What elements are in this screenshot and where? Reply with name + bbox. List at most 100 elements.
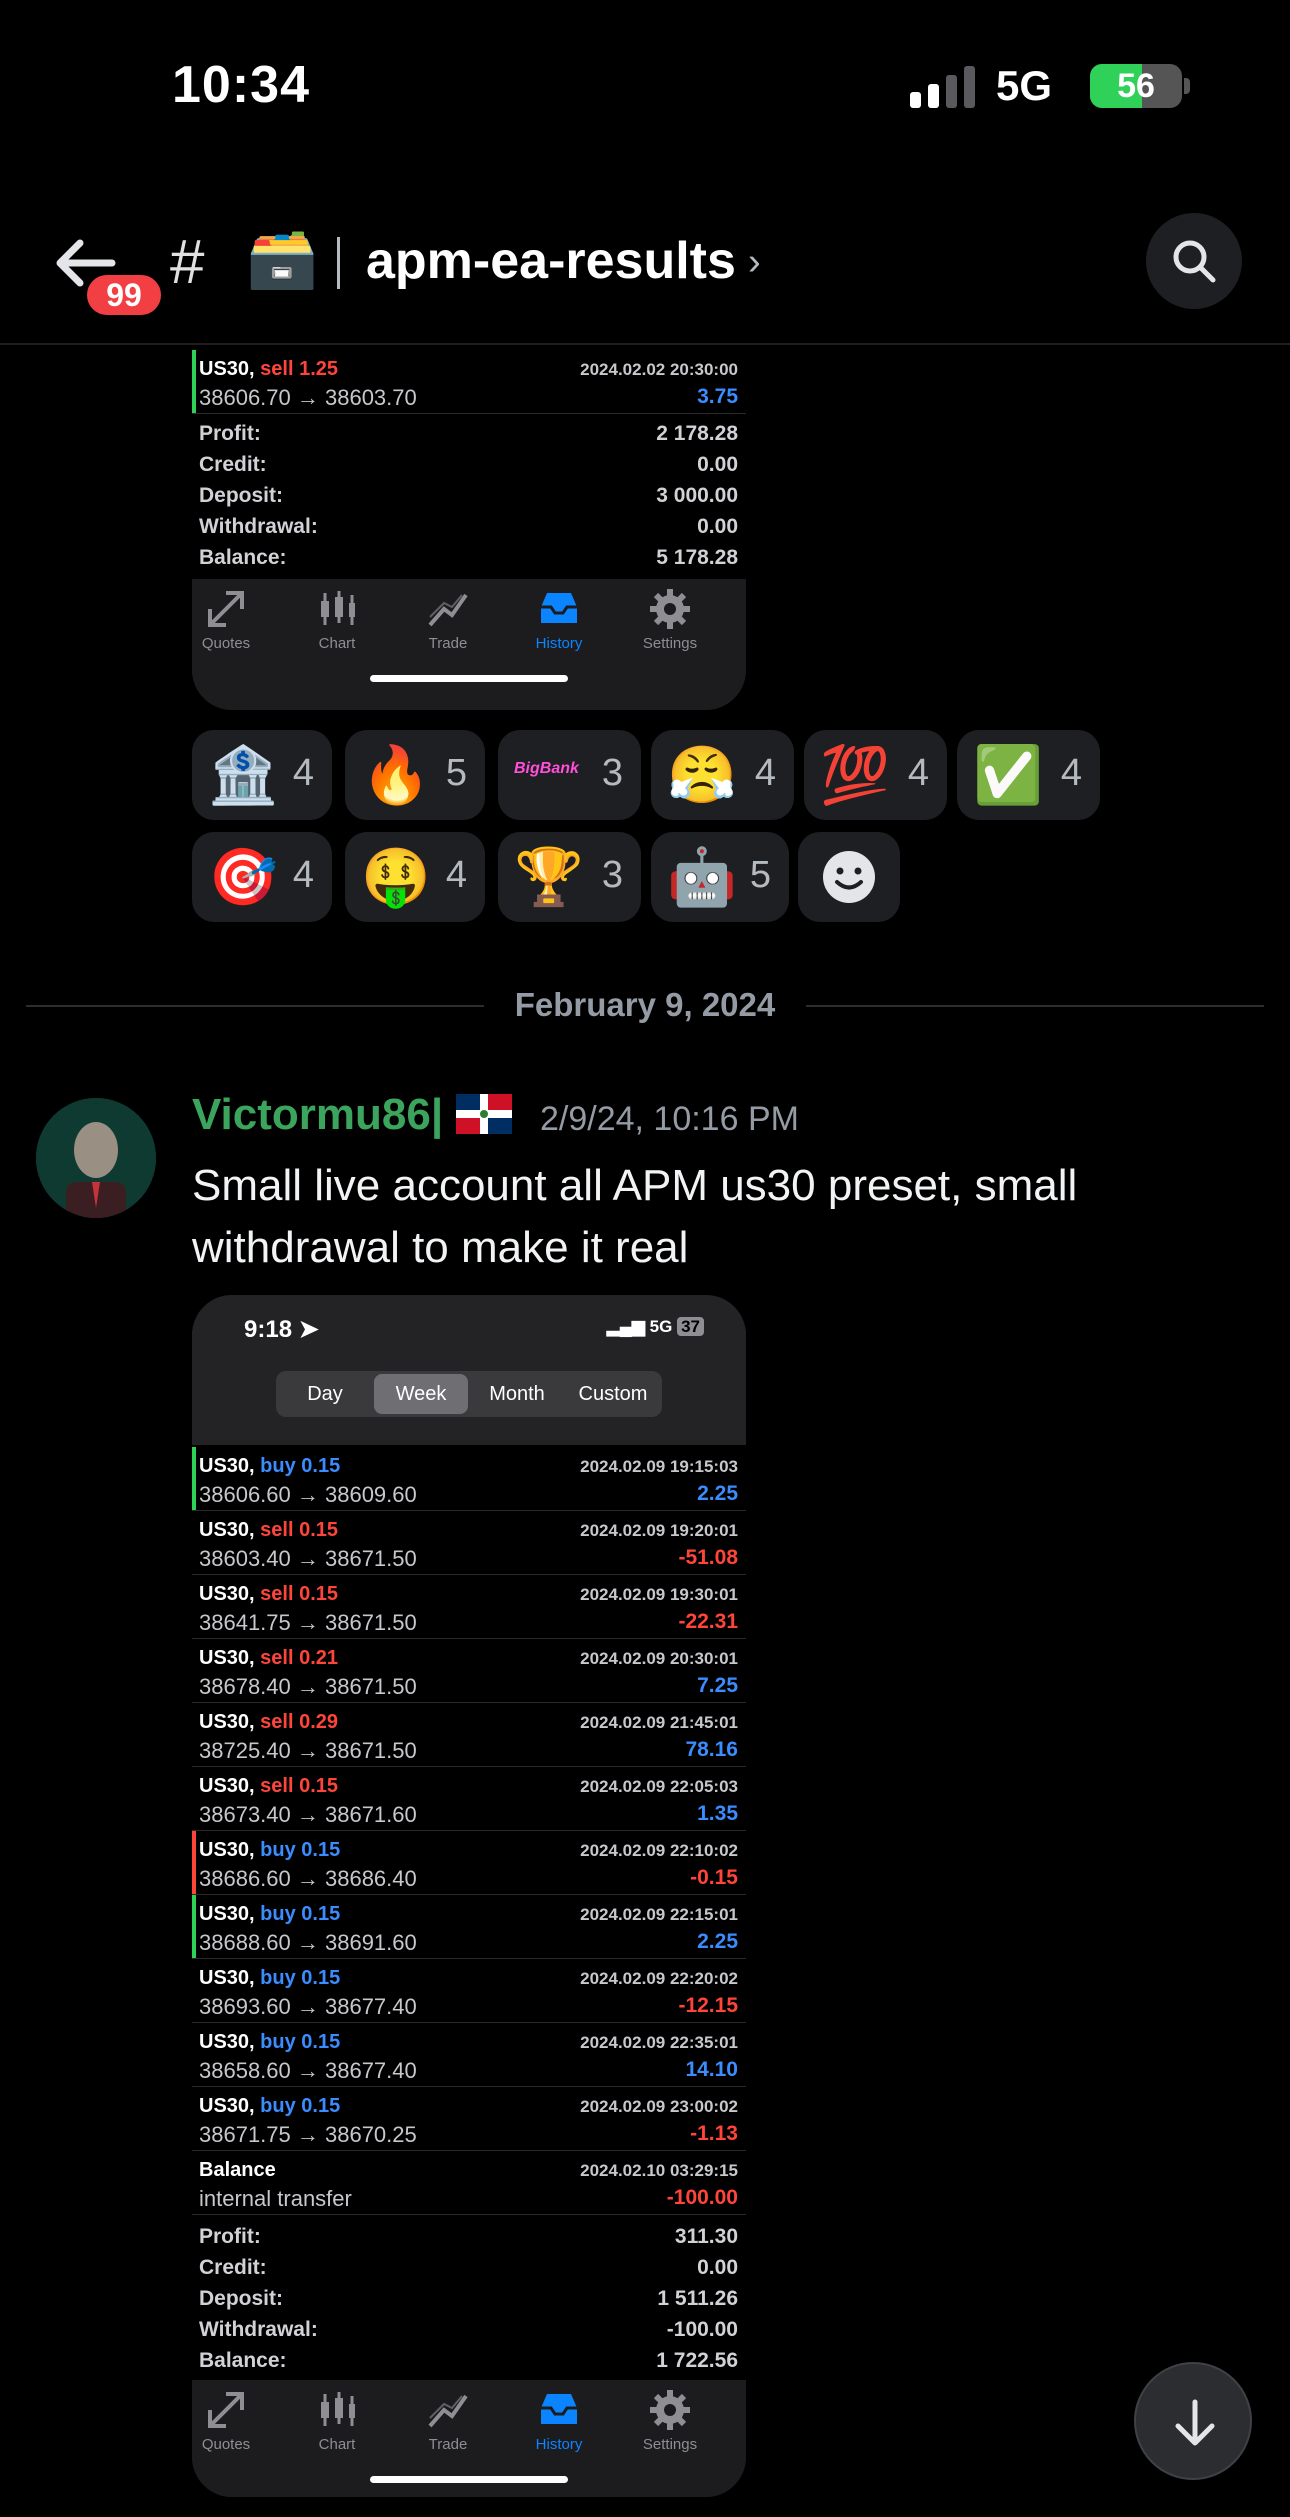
reaction-chip[interactable]: 🏦 4 [192,730,332,820]
hash-icon: # [170,228,205,297]
segment-week[interactable]: Week [374,1374,468,1414]
jump-to-bottom-button[interactable] [1134,2362,1252,2480]
segment-custom[interactable]: Custom [566,1371,660,1417]
trade-prices: 38671.75 → 38670.25 [199,2122,417,2147]
trade-row[interactable]: US30, sell 0.21 2024.02.09 20:30:01 38678.… [192,1639,746,1703]
trade-symbol-line: US30, sell 0.15 [199,1775,338,1798]
tab-settings[interactable]: Settings [620,587,720,652]
phone-battery: 37 [677,1317,704,1336]
battery-nub [1184,78,1190,94]
segment-day[interactable]: Day [278,1371,372,1417]
settings-icon [620,2388,720,2432]
trade-symbol-line: US30, sell 1.25 [199,358,338,381]
trade-prices: 38658.60 → 38677.40 [199,2058,417,2083]
trade-row[interactable]: US30, sell 0.29 2024.02.09 21:45:01 38725.… [192,1703,746,1767]
tab-history[interactable]: History [509,2388,609,2453]
reaction-chip[interactable]: 🤑 4 [345,832,485,922]
summary-value: 0.00 [697,2256,738,2279]
tab-label: Quotes [201,2436,251,2453]
trade-prices: 38693.60 → 38677.40 [199,1994,417,2019]
trade-symbol-line: US30, buy 0.15 [199,1839,340,1862]
tab-chart[interactable]: Chart [287,2388,387,2453]
tab-chart[interactable]: Chart [287,587,387,652]
reaction-emoji: 💯 [820,743,890,806]
reaction-chip[interactable]: 🤖 5 [651,832,789,922]
trade-time: 2024.02.09 22:15:01 [580,1905,738,1924]
reaction-chip[interactable]: ✅ 4 [957,730,1100,820]
reaction-chip[interactable]: 🔥 5 [345,730,485,820]
trade-symbol-line: Balance [199,2159,276,2182]
tab-trade[interactable]: Trade [398,587,498,652]
trade-row[interactable]: US30, buy 0.15 2024.02.09 22:20:02 38693.6… [192,1959,746,2023]
trade-time: 2024.02.09 22:20:02 [580,1969,738,1988]
trade-symbol: US30, [199,1647,255,1669]
add-reaction-button[interactable] [798,832,900,922]
reaction-chip[interactable]: 😤 4 [651,730,794,820]
summary-label: Withdrawal: [199,2318,318,2341]
reaction-chip[interactable]: BigBank 3 [498,730,641,820]
trade-symbol: US30, [199,2031,255,2053]
header-divider [337,237,340,289]
trade-symbol-line: US30, buy 0.15 [199,2095,340,2118]
summary-label: Deposit: [199,484,283,507]
trade-row[interactable]: US30, sell 0.15 2024.02.09 19:30:01 38641.… [192,1575,746,1639]
phone-status-right: ▂▄▆ 5G 37 [607,1317,704,1337]
reaction-emoji: 🤑 [361,845,431,908]
chevron-right-icon[interactable]: › [748,241,761,284]
attachment-image-2[interactable]: 9:18 ➤ ▂▄▆ 5G 37 Day Week Month Custom US30… [192,1295,746,2497]
segment-month[interactable]: Month [470,1371,564,1417]
trade-time: 2024.02.09 22:05:03 [580,1777,738,1796]
tab-quotes[interactable]: Quotes [192,2388,276,2453]
trade-time: 2024.02.09 23:00:02 [580,2097,738,2116]
trade-profit: 2.25 [697,1930,738,1953]
trade-time: 2024.02.09 19:20:01 [580,1521,738,1540]
trade-row[interactable]: US30, buy 0.15 2024.02.09 22:10:02 38686.6… [192,1831,746,1895]
trade-symbol-line: US30, sell 0.21 [199,1647,338,1670]
message-author[interactable]: Victormu86| [192,1090,443,1140]
tab-history[interactable]: History [509,587,609,652]
reaction-chip[interactable]: 🏆 3 [498,832,641,922]
search-button[interactable] [1146,213,1242,309]
tab-label: History [535,635,583,652]
trade-profit: 2.25 [697,1482,738,1505]
trade-profit: 1.35 [697,1802,738,1825]
summary-value: 1 511.26 [657,2287,738,2310]
avatar[interactable] [36,1098,156,1218]
channel-header: 99 # 🗃️ apm-ea-results › [0,205,1290,345]
reaction-emoji: 🏆 [514,845,584,908]
trade-row[interactable]: US30, sell 0.15 2024.02.09 22:05:03 38673.… [192,1767,746,1831]
row-accent-bar [192,1447,196,1510]
summary-label: Profit: [199,2225,261,2248]
tab-quotes[interactable]: Quotes [192,587,276,652]
quotes-icon [192,587,276,631]
trade-row[interactable]: US30, buy 0.15 2024.02.09 22:15:01 38688.6… [192,1895,746,1959]
phone-time: 9:18 ➤ [244,1315,319,1344]
channel-name[interactable]: apm-ea-results [366,231,736,291]
reaction-emoji: ✅ [973,743,1043,806]
reaction-emoji: BigBank [514,760,579,777]
reaction-count: 4 [292,854,314,896]
attachment-image-1[interactable]: US30, sell 1.25 2024.02.02 20:30:00 38606.… [192,350,746,710]
tab-trade[interactable]: Trade [398,2388,498,2453]
tab-settings[interactable]: Settings [620,2388,720,2453]
tab-label: Trade [428,2436,468,2453]
trade-symbol: US30, [199,2095,255,2117]
trade-row[interactable]: US30, sell 1.25 2024.02.02 20:30:00 38606.… [192,350,746,414]
trade-row[interactable]: US30, buy 0.15 2024.02.09 19:15:03 38606.6… [192,1447,746,1511]
trade-row[interactable]: US30, buy 0.15 2024.02.09 22:35:01 38658.6… [192,2023,746,2087]
trade-history-list: US30, sell 1.25 2024.02.02 20:30:00 38606.… [192,350,746,414]
trade-symbol: US30, [199,1967,255,1989]
trade-profit: -22.31 [678,1610,738,1633]
trade-profit: 14.10 [685,2058,738,2081]
trade-row[interactable]: US30, buy 0.15 2024.02.09 23:00:02 38671.7… [192,2087,746,2151]
reaction-chip[interactable]: 💯 4 [804,730,947,820]
trade-action: buy 0.15 [260,2095,341,2117]
reaction-chip[interactable]: 🎯 4 [192,832,332,922]
trade-row[interactable]: US30, sell 0.15 2024.02.09 19:20:01 38603.… [192,1511,746,1575]
trade-history-list: US30, buy 0.15 2024.02.09 19:15:03 38606.6… [192,1445,746,2215]
summary-label: Deposit: [199,2287,283,2310]
trade-row[interactable]: Balance 2024.02.10 03:29:15 internal trans… [192,2151,746,2215]
card-file-box-icon: 🗃️ [246,226,319,291]
date-divider: February 9, 2024 [26,980,1264,1030]
trade-symbol-line: US30, buy 0.15 [199,2031,340,2054]
